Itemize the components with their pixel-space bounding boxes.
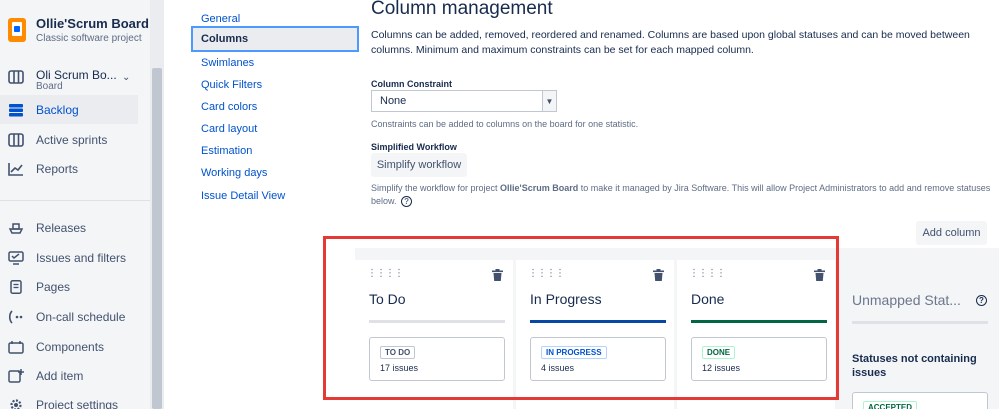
sidebar-item-label: Project settings xyxy=(36,397,119,409)
column-status-bar xyxy=(530,320,666,323)
sidebar-item-on-call-schedule[interactable]: On-call schedule xyxy=(0,302,138,331)
help-icon[interactable]: ? xyxy=(974,292,987,310)
chevron-down-icon: ▼ xyxy=(542,91,556,111)
status-lozenge: DONE xyxy=(702,346,736,359)
board-selector[interactable]: Oli Scrum Bo... Board ⌄ xyxy=(8,68,138,92)
simplified-workflow-label: Simplified Workflow xyxy=(371,142,457,152)
sidebar-item-label: Components xyxy=(36,339,105,354)
sidebar-scrollbar-thumb[interactable] xyxy=(152,68,162,409)
sidebar-divider xyxy=(0,200,150,201)
on-call-icon xyxy=(8,309,24,325)
sidebar-item-label: Backlog xyxy=(36,102,79,117)
backlog-icon xyxy=(8,102,24,118)
status-issue-count: 4 issues xyxy=(541,363,575,373)
column-card[interactable]: ⋮⋮⋮⋮ Done DONE 12 issues xyxy=(677,260,835,409)
drag-handle-icon[interactable]: ⋮⋮⋮⋮ xyxy=(367,268,404,279)
sidebar-item-issues-and-filters[interactable]: Issues and filters xyxy=(0,243,138,272)
add-column-button[interactable]: Add column xyxy=(916,221,987,245)
chevron-down-icon: ⌄ xyxy=(122,72,131,83)
settings-item-columns[interactable]: Columns xyxy=(191,26,359,52)
column-title[interactable]: Done xyxy=(691,291,724,307)
column-title[interactable]: In Progress xyxy=(530,291,602,307)
unmapped-subtitle: Statuses not containing issues xyxy=(852,353,977,379)
page-description: Columns can be added, removed, reordered… xyxy=(371,29,970,56)
sidebar-item-label: Add item xyxy=(36,368,84,383)
status-lozenge: TO DO xyxy=(380,346,416,359)
project-avatar-icon xyxy=(8,18,26,42)
sidebar-item-label: Releases xyxy=(36,220,87,235)
help-icon[interactable]: ? xyxy=(401,196,413,208)
ship-icon xyxy=(8,220,24,236)
status-issue-count: 12 issues xyxy=(702,363,741,373)
workflow-help-text: Simplify the workflow for project Ollie'… xyxy=(371,182,991,208)
column-title[interactable]: To Do xyxy=(369,291,406,307)
sidebar-item-project-settings[interactable]: Project settings xyxy=(0,390,138,409)
project-type: Classic software project xyxy=(36,33,142,44)
board-type: Board xyxy=(36,81,63,92)
column-constraint-select[interactable]: None ▼ xyxy=(371,90,557,112)
trash-icon[interactable] xyxy=(492,268,503,286)
page-title: Column management xyxy=(371,0,553,19)
status-card[interactable]: ACCEPTED xyxy=(852,392,988,409)
board-columns-icon xyxy=(8,132,24,148)
column-constraint-label: Column Constraint xyxy=(371,79,452,89)
drag-handle-icon[interactable]: ⋮⋮⋮⋮ xyxy=(528,268,565,279)
project-header[interactable]: Ollie'Scrum Board Classic software proje… xyxy=(8,16,149,45)
trash-icon[interactable] xyxy=(653,268,664,286)
sidebar-item-label: Active sprints xyxy=(36,132,108,147)
chart-icon xyxy=(8,161,24,177)
trash-icon[interactable] xyxy=(814,268,825,286)
gear-icon xyxy=(8,397,24,409)
status-lozenge: ACCEPTED xyxy=(863,401,918,409)
workflow-help-pre: Simplify the workflow for project xyxy=(371,183,501,193)
page-icon xyxy=(8,279,24,295)
sidebar-item-components[interactable]: Components xyxy=(0,332,138,361)
board-icon xyxy=(8,70,24,89)
column-status-bar xyxy=(691,320,827,323)
column-card[interactable]: ⋮⋮⋮⋮ To Do TO DO 17 issues xyxy=(355,260,513,409)
sidebar-item-add-item[interactable]: Add item xyxy=(0,361,138,390)
constraint-help-text: Constraints can be added to columns on t… xyxy=(371,119,639,129)
component-icon xyxy=(8,339,24,355)
column-constraint-value: None xyxy=(380,95,407,107)
add-item-icon xyxy=(8,368,24,384)
drag-handle-icon[interactable]: ⋮⋮⋮⋮ xyxy=(689,268,726,279)
sidebar-item-backlog[interactable]: Backlog xyxy=(0,95,138,124)
workflow-help-project: Ollie'Scrum Board xyxy=(500,183,579,193)
unmapped-status-bar xyxy=(852,321,988,324)
status-card[interactable]: DONE 12 issues xyxy=(691,337,827,381)
sidebar-item-label: Pages xyxy=(36,279,71,294)
column-card[interactable]: ⋮⋮⋮⋮ In Progress IN PROGRESS 4 issues xyxy=(516,260,674,409)
issues-icon xyxy=(8,250,24,266)
sidebar-item-label: Reports xyxy=(36,161,79,176)
project-name: Ollie'Scrum Board xyxy=(36,16,149,31)
sidebar-item-label: Issues and filters xyxy=(36,250,127,265)
sidebar-item-reports[interactable]: Reports xyxy=(0,154,138,183)
sidebar-item-releases[interactable]: Releases xyxy=(0,213,138,242)
status-card[interactable]: TO DO 17 issues xyxy=(369,337,505,381)
simplify-workflow-button[interactable]: Simplify workflow xyxy=(371,153,467,177)
status-card[interactable]: IN PROGRESS 4 issues xyxy=(530,337,666,381)
unmapped-statuses-title: Unmapped Stat... xyxy=(852,292,961,308)
status-issue-count: 17 issues xyxy=(380,363,419,373)
status-lozenge: IN PROGRESS xyxy=(541,346,607,359)
column-status-bar xyxy=(369,320,505,323)
board-name: Oli Scrum Bo... xyxy=(36,68,117,82)
sidebar-item-label: On-call schedule xyxy=(36,309,126,324)
sidebar-item-pages[interactable]: Pages xyxy=(0,272,138,301)
settings-item-issue-detail-view[interactable]: Issue Detail View xyxy=(191,183,359,209)
sidebar-item-active-sprints[interactable]: Active sprints xyxy=(0,125,138,154)
